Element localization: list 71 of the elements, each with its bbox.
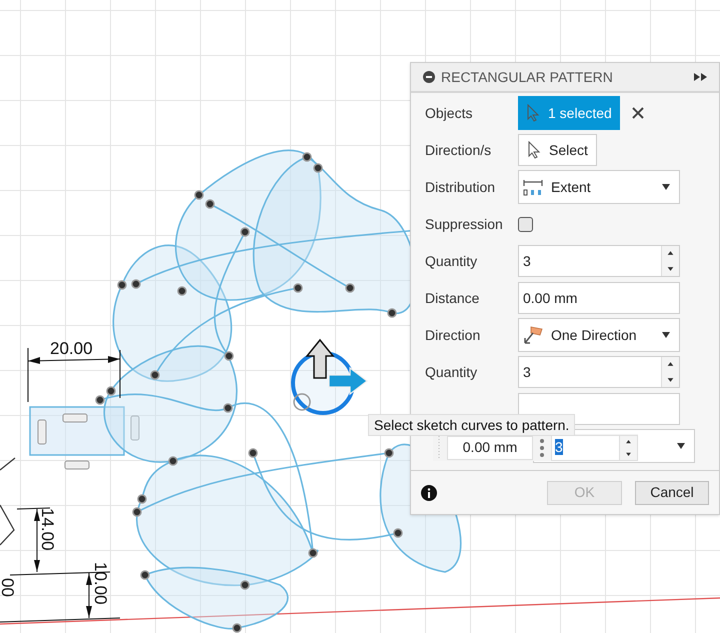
dimension-label: 00 xyxy=(0,578,17,597)
close-icon[interactable] xyxy=(632,107,644,119)
field-label: Suppression xyxy=(425,214,504,234)
stepper[interactable] xyxy=(661,246,679,276)
dropdown[interactable]: Extent xyxy=(518,170,680,204)
sketch-point xyxy=(117,280,127,290)
caret-icon xyxy=(661,332,671,338)
sketch-point xyxy=(177,286,187,296)
sketch-point xyxy=(131,279,141,289)
stepper[interactable] xyxy=(619,436,637,460)
sketch-point xyxy=(240,227,250,237)
sketch-point xyxy=(95,395,105,405)
more-dots-icon[interactable] xyxy=(539,438,545,458)
checkbox[interactable] xyxy=(518,216,533,232)
tooltip: Select sketch curves to pattern. xyxy=(368,414,576,436)
sketch-point xyxy=(248,448,258,458)
sketch-point xyxy=(168,456,178,466)
expand-icon[interactable] xyxy=(694,73,707,81)
direction-icon xyxy=(523,325,543,345)
sketch-point xyxy=(240,580,250,590)
sketch-point xyxy=(224,351,234,361)
info-icon[interactable] xyxy=(421,484,437,500)
sketch-point xyxy=(205,199,215,209)
dimension-label: 10.00 xyxy=(91,562,110,605)
field-label: Direction xyxy=(425,326,482,344)
constraint-icon xyxy=(38,420,46,444)
extent-icon xyxy=(523,177,543,197)
constraint-icon xyxy=(62,414,88,422)
sketch-point xyxy=(387,308,397,318)
collapse-icon[interactable] xyxy=(423,71,435,83)
sketch-point xyxy=(132,507,142,517)
sketch-point xyxy=(150,370,160,380)
selection-button[interactable]: Select xyxy=(518,134,597,166)
field-label: Distance xyxy=(425,288,480,308)
pointer-icon xyxy=(527,141,541,159)
dialog-title: RECTANGULAR PATTERN xyxy=(441,68,614,86)
sketch-point xyxy=(313,163,323,173)
caret-icon xyxy=(676,443,686,449)
input-field[interactable]: 0.00 mm xyxy=(447,436,533,460)
sketch-point xyxy=(140,570,150,580)
pointer-icon xyxy=(526,104,540,122)
sketch-point xyxy=(137,494,147,504)
dialog-button[interactable]: Cancel xyxy=(635,480,709,504)
sketch-point xyxy=(194,190,204,200)
field-label: Objects xyxy=(425,104,474,123)
input-field[interactable]: 0.00 mm xyxy=(518,282,680,314)
dimension-label: 20.00 xyxy=(50,339,93,358)
field-label: Quantity xyxy=(425,252,478,271)
sketch-point xyxy=(223,403,233,413)
number-input[interactable]: 3 xyxy=(518,356,680,388)
field-label: Distribution xyxy=(425,178,496,196)
number-input[interactable]: 3 xyxy=(551,434,638,460)
sketch-point xyxy=(232,623,242,633)
sketch-point xyxy=(308,548,318,558)
sketch-point xyxy=(384,448,394,458)
constraint-icon xyxy=(130,416,140,440)
field-label: Quantity xyxy=(425,362,478,382)
stepper[interactable] xyxy=(661,357,679,387)
field-label: Direction/s xyxy=(425,140,492,160)
caret-icon xyxy=(661,184,671,190)
sketch-point xyxy=(345,283,355,293)
sketch-point xyxy=(393,528,403,538)
number-input[interactable]: 3 xyxy=(518,245,680,277)
sketch-point xyxy=(293,283,303,293)
move-manipulator-icon[interactable] xyxy=(291,338,368,415)
grip-icon[interactable] xyxy=(437,436,441,460)
constraint-icon xyxy=(64,460,90,470)
dimension-label: 14.00 xyxy=(38,508,57,551)
sketch-point xyxy=(106,386,116,396)
dropdown[interactable]: One Direction xyxy=(518,318,680,352)
sketch-point xyxy=(302,152,312,162)
